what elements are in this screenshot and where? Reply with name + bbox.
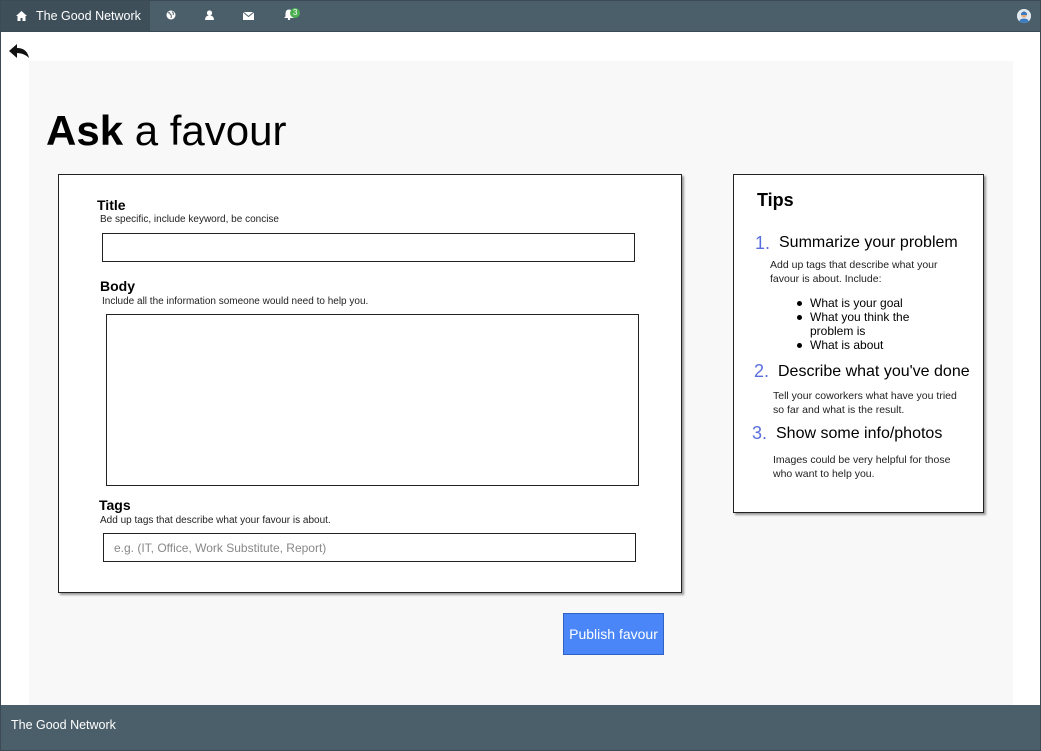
favour-form-card: Title Be specific, include keyword, be c… bbox=[58, 174, 682, 593]
profile-nav-button[interactable] bbox=[189, 1, 229, 31]
publish-favour-button[interactable]: Publish favour bbox=[563, 613, 664, 655]
step-3-heading: Show some info/photos bbox=[776, 425, 943, 442]
back-arrow-icon[interactable] bbox=[9, 43, 29, 64]
title-input[interactable] bbox=[102, 233, 635, 262]
body-textarea[interactable] bbox=[106, 314, 639, 486]
home-icon bbox=[16, 11, 27, 21]
body-hint: Include all the information someone woul… bbox=[102, 296, 369, 307]
tags-input[interactable]: e.g. (IT, Office, Work Substitute, Repor… bbox=[103, 533, 636, 562]
avatar[interactable] bbox=[1017, 9, 1031, 23]
globe-nav-button[interactable] bbox=[151, 1, 191, 31]
tips-title: Tips bbox=[757, 190, 794, 210]
page-title: Ask a favour bbox=[46, 107, 287, 155]
body-label: Body bbox=[100, 278, 135, 294]
step-3-number: 3. bbox=[752, 423, 768, 443]
title-label: Title bbox=[97, 197, 126, 213]
tips-card: Tips 1. Summarize your problem Add up ta… bbox=[733, 174, 984, 513]
brand-name: The Good Network bbox=[36, 9, 141, 23]
list-item: What is your goal bbox=[791, 296, 920, 310]
tags-label: Tags bbox=[99, 497, 131, 513]
brand-link[interactable]: The Good Network bbox=[1, 1, 150, 31]
step-1-heading: Summarize your problem bbox=[779, 234, 958, 251]
step-1-bullet-list: What is your goal What you think the pro… bbox=[791, 296, 920, 352]
list-item: What is about bbox=[791, 338, 920, 352]
tags-hint: Add up tags that describe what your favo… bbox=[100, 515, 331, 526]
tags-input-placeholder: e.g. (IT, Office, Work Substitute, Repor… bbox=[114, 541, 327, 555]
messages-nav-button[interactable] bbox=[228, 1, 268, 31]
step-3-text: Images could be very helpful for those w… bbox=[773, 454, 951, 480]
title-hint: Be specific, include keyword, be concise bbox=[100, 214, 279, 225]
envelope-icon bbox=[242, 7, 254, 25]
step-2-text: Tell your coworkers what have you tried … bbox=[773, 390, 957, 416]
notifications-nav-button[interactable]: 3 bbox=[269, 1, 309, 31]
top-navbar: The Good Network 3 bbox=[1, 1, 1040, 32]
step-1-number: 1. bbox=[755, 233, 771, 253]
notification-count-badge: 3 bbox=[290, 8, 301, 18]
step-2-number: 2. bbox=[754, 361, 770, 381]
list-item: What you think the problem is bbox=[791, 310, 920, 338]
page-title-rest: a favour bbox=[123, 107, 287, 154]
page-title-bold: Ask bbox=[46, 107, 124, 154]
footer: The Good Network bbox=[1, 705, 1040, 750]
step-1-text: Add up tags that describe what your favo… bbox=[770, 259, 938, 285]
footer-text: The Good Network bbox=[11, 718, 116, 732]
user-icon bbox=[204, 7, 214, 25]
step-2-heading: Describe what you've done bbox=[778, 363, 970, 380]
globe-icon bbox=[166, 7, 176, 25]
